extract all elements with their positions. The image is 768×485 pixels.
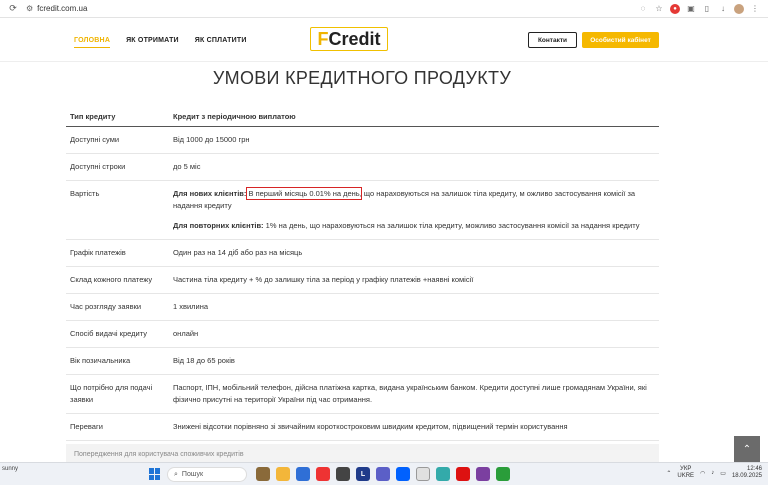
site-header: ГОЛОВНА ЯК ОТРИМАТИ ЯК СПЛАТИТИ F Credit … [0,18,768,62]
row-label: Переваги [70,422,103,431]
taskbar-search[interactable]: ⌕ Пошук [167,467,247,482]
row-value: до 5 міс [173,162,201,171]
header-cell-credit: Кредит з періодичною виплатою [173,111,296,121]
chrome-icon[interactable] [416,467,430,481]
row-value: онлайн [173,329,199,338]
dropbox-icon[interactable] [396,467,410,481]
download-icon[interactable]: ↓ [718,4,728,14]
row-label: Спосіб видачі кредиту [70,329,147,338]
table-row: Доступні суми Від 1000 до 15000 грн [66,127,659,154]
search-icon: ⌕ [174,470,178,478]
profile-avatar[interactable] [734,3,744,14]
address-bar[interactable]: fcredit.com.ua [37,4,87,13]
windows-start-icon[interactable] [149,468,161,480]
menu-item-how-to-pay[interactable]: ЯК СПЛАТИТИ [195,37,247,48]
opera-icon[interactable] [456,467,470,481]
row-label: Вік позичальника [70,356,131,365]
row-value: Один раз на 14 діб або раз на місяць [173,248,303,257]
repeat-clients-text: 1% на день, що нараховуються на залишок … [263,221,640,230]
repeat-clients-label: Для повторних клієнтів: [173,221,264,230]
row-value: Для нових клієнтів: В перший місяць 0.01… [173,181,659,239]
chevron-up-icon[interactable]: ⌃ [666,470,671,477]
row-label: Доступні строки [70,162,126,171]
consumer-credit-warning[interactable]: Попередження для користувача споживчих к… [66,444,659,462]
row-value: Знижені відсотки порівняно зі звичайним … [173,422,568,431]
table-row: Доступні строки до 5 міс [66,154,659,181]
menu-icon[interactable]: ⋮ [750,4,760,14]
row-label: Доступні суми [70,135,120,144]
new-clients-terms: Для нових клієнтів: В перший місяць 0.01… [173,187,659,212]
menu-item-how-to-get[interactable]: ЯК ОТРИМАТИ [126,37,179,48]
language-indicator[interactable]: УКР UKRE [677,466,694,480]
highlighted-rate: В перший місяць 0.01% на день [246,187,362,200]
table-row: Вік позичальника Від 18 до 65 років [66,348,659,375]
row-label: Час розгляду заявки [70,302,142,311]
volume-icon[interactable]: ♪ [711,470,714,476]
page-title: УМОВИ КРЕДИТНОГО ПРОДУКТУ [212,68,512,88]
sidebar-icon[interactable]: ▯ [702,4,712,14]
store-icon[interactable] [316,467,330,481]
table-row: Час розгляду заявки 1 хвилина [66,294,659,321]
extensions-puzzle-icon[interactable]: ▣ [686,4,696,14]
row-label: Склад кожного платежу [70,275,153,284]
table-header: Тип кредиту Кредит з періодичною виплато… [66,106,659,127]
teams-icon[interactable] [376,467,390,481]
conditions-table: Тип кредиту Кредит з періодичною виплато… [66,106,659,441]
viber-icon[interactable] [476,467,490,481]
row-value: Від 18 до 65 років [173,356,235,365]
system-tray: ⌃ УКР UKRE ◠ ♪ ▭ 12:46 18.09.2025 [666,466,762,480]
logo-letter: F [317,28,329,49]
chevron-up-icon: ⌃ [742,443,752,455]
table-row-cost: Вартість Для нових клієнтів: В перший мі… [66,181,659,240]
search-placeholder: Пошук [181,471,204,478]
taskbar: sunny ⌕ Пошук L ⌃ УКР UKRE ◠ ♪ ▭ 12:46 1… [0,462,768,485]
row-label: Графік платежів [70,248,126,257]
header-cell-type: Тип кредиту [70,111,116,121]
menu-item-home[interactable]: ГОЛОВНА [74,37,111,48]
browser-toolbar: ⟳ ⚙ fcredit.com.ua ◌ ☆ ● ▣ ▯ ↓ ⋮ [0,0,768,18]
row-label: Що потрібно для подачі заявки [70,383,153,404]
extension-icon[interactable]: ● [670,3,680,14]
table-row: Графік платежів Один раз на 14 діб або р… [66,240,659,267]
clock[interactable]: 12:46 18.09.2025 [732,466,762,480]
new-clients-label: Для нових клієнтів: [173,189,247,198]
site-info-icon[interactable]: ⚙ [26,4,33,13]
row-value: Паспорт, ІПН, мобільний телефон, дійсна … [173,383,647,404]
table-row: Спосіб видачі кредиту онлайн [66,321,659,348]
eye-off-icon[interactable]: ◌ [638,4,648,14]
row-value: 1 хвилина [173,302,209,311]
file-explorer-icon[interactable] [276,467,290,481]
row-value: Від 1000 до 15000 грн [173,135,250,144]
app-icon[interactable] [436,467,450,481]
wifi-icon[interactable]: ◠ [700,470,705,477]
table-row: Переваги Знижені відсотки порівняно зі з… [66,414,659,441]
weather-widget[interactable]: sunny [2,466,18,472]
row-label: Вартість [70,189,100,198]
row-value: Частина тіла кредиту + % до залишку тіла… [173,275,474,284]
app-l-icon[interactable]: L [356,467,370,481]
table-row: Склад кожного платежу Частина тіла креди… [66,267,659,294]
contacts-button[interactable]: Контакти [528,32,577,48]
terminal-icon[interactable] [336,467,350,481]
table-row: Що потрібно для подачі заявки Паспорт, І… [66,375,659,414]
reload-icon[interactable]: ⟳ [6,2,20,16]
fcredit-logo[interactable]: F Credit [310,27,388,51]
personal-cabinet-button[interactable]: Особистий кабінет [582,32,659,48]
edge-icon[interactable] [296,467,310,481]
scroll-to-top-button[interactable]: ⌃ [734,436,760,462]
repeat-clients-terms: Для повторних клієнтів: 1% на день, що н… [173,220,659,232]
bookmark-star-icon[interactable]: ☆ [654,4,664,14]
news-widget-icon[interactable] [256,467,270,481]
battery-icon[interactable]: ▭ [720,470,726,477]
logo-text: Credit [328,28,381,49]
main-menu: ГОЛОВНА ЯК ОТРИМАТИ ЯК СПЛАТИТИ [74,37,247,48]
taskbar-apps: L [256,467,510,481]
app-v-icon[interactable] [496,467,510,481]
